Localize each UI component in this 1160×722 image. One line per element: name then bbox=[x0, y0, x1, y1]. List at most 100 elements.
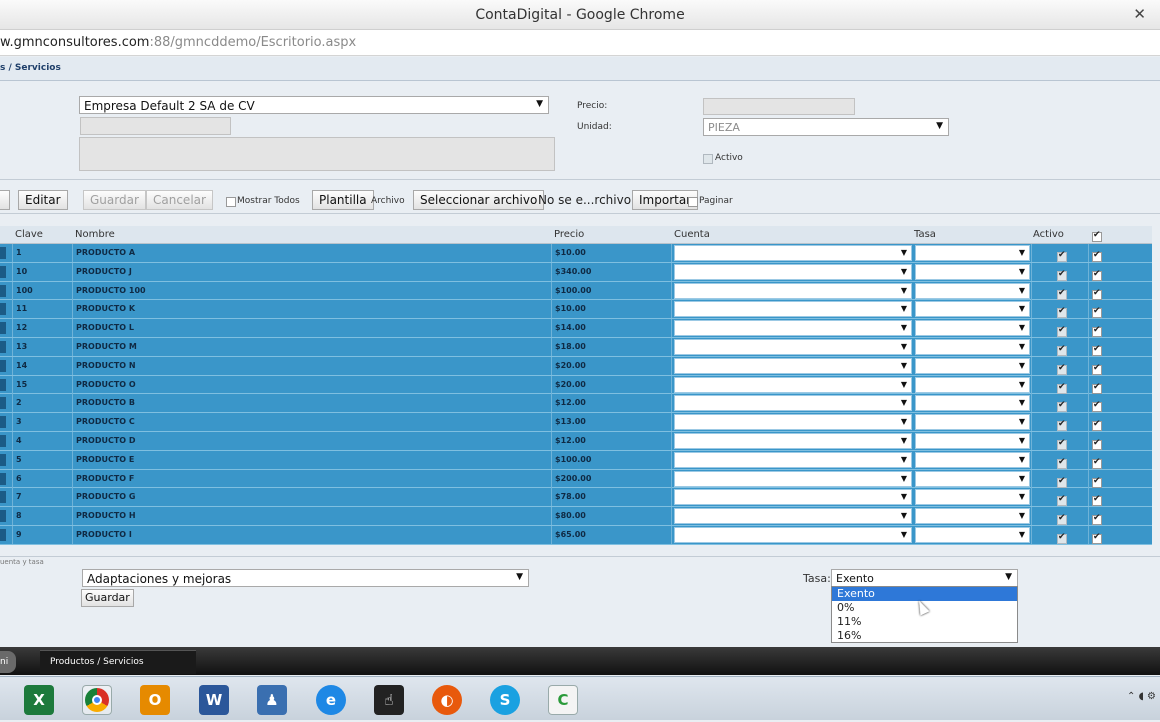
cancelar-button[interactable]: Cancelar bbox=[146, 190, 213, 210]
tasa-select[interactable]: ▼ bbox=[915, 338, 1030, 355]
tasa-option[interactable]: Exento bbox=[832, 587, 1017, 601]
table-row[interactable]: 6 PRODUCTO F $200.00 ▼ ▼ bbox=[0, 469, 1152, 489]
row-select-icon[interactable] bbox=[0, 491, 6, 504]
row-select-icon[interactable] bbox=[0, 453, 6, 466]
user-manager-icon[interactable]: ♟ bbox=[257, 685, 287, 715]
bulk-guardar-button[interactable]: Guardar bbox=[81, 589, 134, 607]
tasa-select[interactable]: ▼ bbox=[915, 451, 1030, 468]
tasa-select[interactable]: ▼ bbox=[915, 282, 1030, 299]
chrome-icon[interactable] bbox=[82, 685, 112, 715]
cuenta-select[interactable]: ▼ bbox=[674, 357, 912, 374]
seleccionar-archivo-button[interactable]: Seleccionar archivo bbox=[413, 190, 545, 210]
row-select-icon[interactable] bbox=[0, 510, 6, 523]
col-tasa[interactable]: Tasa bbox=[914, 229, 936, 240]
tasa-option[interactable]: 16% bbox=[832, 629, 1017, 643]
cuenta-select[interactable]: ▼ bbox=[674, 508, 912, 525]
row-select-icon[interactable] bbox=[0, 528, 6, 541]
table-row[interactable]: 5 PRODUCTO E $100.00 ▼ ▼ bbox=[0, 450, 1152, 470]
tasa-select[interactable]: ▼ bbox=[915, 470, 1030, 487]
cuenta-select[interactable]: ▼ bbox=[674, 376, 912, 393]
address-bar[interactable]: w.gmnconsultores.com:88/gmncddemo/Escrit… bbox=[0, 30, 1160, 56]
row-select-icon[interactable] bbox=[0, 378, 6, 391]
table-row[interactable]: 8 PRODUCTO H $80.00 ▼ ▼ bbox=[0, 507, 1152, 526]
tasa-select[interactable]: ▼ bbox=[915, 432, 1030, 449]
tasa-option[interactable]: 11% bbox=[832, 615, 1017, 629]
tasa-select[interactable]: ▼ bbox=[915, 414, 1030, 431]
cuenta-select[interactable]: ▼ bbox=[674, 489, 912, 506]
tasa-select[interactable]: ▼ bbox=[915, 357, 1030, 374]
row-select-icon[interactable] bbox=[0, 284, 6, 297]
url-text[interactable]: w.gmnconsultores.com:88/gmncddemo/Escrit… bbox=[0, 35, 356, 50]
row-select-icon[interactable] bbox=[0, 416, 6, 429]
tasa-select[interactable]: ▼ bbox=[915, 263, 1030, 280]
row-select-icon[interactable] bbox=[0, 340, 6, 353]
table-row[interactable]: 14 PRODUCTO N $20.00 ▼ ▼ bbox=[0, 356, 1152, 376]
table-row[interactable]: 11 PRODUCTO K $10.00 ▼ ▼ bbox=[0, 300, 1152, 320]
tasa-select[interactable]: ▼ bbox=[915, 526, 1030, 543]
table-row[interactable]: 9 PRODUCTO I $65.00 ▼ ▼ bbox=[0, 525, 1152, 545]
table-row[interactable]: 1 PRODUCTO A $10.00 ▼ ▼ bbox=[0, 244, 1152, 263]
cuenta-select[interactable]: ▼ bbox=[674, 451, 912, 468]
cuenta-select[interactable]: ▼ bbox=[674, 282, 912, 299]
row-select-icon[interactable] bbox=[0, 359, 6, 372]
cuenta-select[interactable]: ▼ bbox=[674, 245, 912, 261]
paginar-checkbox[interactable] bbox=[688, 195, 698, 208]
col-activo[interactable]: Activo bbox=[1033, 229, 1064, 240]
excel-icon[interactable]: X bbox=[24, 685, 54, 715]
tab-productos-servicios[interactable]: Productos / Servicios bbox=[40, 650, 196, 674]
nuevo-button[interactable] bbox=[0, 190, 10, 210]
cuenta-select[interactable]: ▼ bbox=[674, 301, 912, 318]
empresa-select[interactable]: Empresa Default 2 SA de CV ▼ bbox=[79, 96, 549, 114]
tab-previous[interactable]: ni bbox=[0, 651, 16, 673]
row-select-icon[interactable] bbox=[0, 247, 6, 259]
tasa-select[interactable]: ▼ bbox=[915, 376, 1030, 393]
table-row[interactable]: 12 PRODUCTO L $14.00 ▼ ▼ bbox=[0, 319, 1152, 338]
table-row[interactable]: 13 PRODUCTO M $18.00 ▼ ▼ bbox=[0, 337, 1152, 357]
tasa-select[interactable]: ▼ bbox=[915, 245, 1030, 261]
cuenta-select[interactable]: ▼ bbox=[674, 526, 912, 543]
col-nombre[interactable]: Nombre bbox=[75, 229, 115, 240]
cuenta-select[interactable]: ▼ bbox=[674, 263, 912, 280]
capture-tool-icon[interactable]: ☝ bbox=[374, 685, 404, 715]
table-row[interactable]: 3 PRODUCTO C $13.00 ▼ ▼ bbox=[0, 413, 1152, 432]
skype-icon[interactable]: S bbox=[490, 685, 520, 715]
table-row[interactable]: 100 PRODUCTO 100 $100.00 ▼ ▼ bbox=[0, 281, 1152, 301]
row-select-icon[interactable] bbox=[0, 472, 6, 485]
tasa-select[interactable]: ▼ bbox=[915, 508, 1030, 525]
table-row[interactable]: 7 PRODUCTO G $78.00 ▼ ▼ bbox=[0, 488, 1152, 508]
cuenta-select[interactable]: ▼ bbox=[674, 395, 912, 412]
tasa-select[interactable]: ▼ bbox=[915, 301, 1030, 318]
cuenta-select[interactable]: ▼ bbox=[674, 338, 912, 355]
row-select-icon[interactable] bbox=[0, 434, 6, 447]
cuenta-select[interactable]: ▼ bbox=[674, 432, 912, 449]
row-select-icon[interactable] bbox=[0, 397, 6, 410]
tasa-select[interactable]: ▼ bbox=[915, 320, 1030, 337]
tasa-dropdown-list[interactable]: Exento 0% 11% 16% bbox=[831, 586, 1018, 643]
table-row[interactable]: 4 PRODUCTO D $12.00 ▼ ▼ bbox=[0, 431, 1152, 451]
bulk-tasa-select[interactable]: Exento ▼ bbox=[831, 569, 1018, 587]
cuenta-select[interactable]: ▼ bbox=[674, 320, 912, 337]
activo-checkbox[interactable] bbox=[703, 152, 713, 165]
close-window-icon[interactable]: ✕ bbox=[1133, 5, 1146, 23]
row-select-icon[interactable] bbox=[0, 303, 6, 316]
firefox-icon[interactable]: ◐ bbox=[432, 685, 462, 715]
cuenta-select[interactable]: ▼ bbox=[674, 470, 912, 487]
tasa-select[interactable]: ▼ bbox=[915, 395, 1030, 412]
col-precio[interactable]: Precio bbox=[554, 229, 584, 240]
mostrar-todos-checkbox[interactable] bbox=[226, 195, 236, 208]
contadigital-icon[interactable]: C bbox=[548, 685, 578, 715]
table-row[interactable]: 10 PRODUCTO J $340.00 ▼ ▼ bbox=[0, 262, 1152, 282]
unidad-select[interactable]: PIEZA ▼ bbox=[703, 118, 949, 136]
guardar-button[interactable]: Guardar bbox=[83, 190, 146, 210]
system-tray[interactable]: ⌃ ◖ ⚙ bbox=[1127, 691, 1156, 702]
cuenta-select[interactable]: ▼ bbox=[674, 414, 912, 431]
table-row[interactable]: 15 PRODUCTO O $20.00 ▼ ▼ bbox=[0, 375, 1152, 395]
col-cuenta[interactable]: Cuenta bbox=[674, 229, 710, 240]
word-icon[interactable]: W bbox=[199, 685, 229, 715]
bulk-cuenta-select[interactable]: Adaptaciones y mejoras ▼ bbox=[82, 569, 529, 587]
table-row[interactable]: 2 PRODUCTO B $12.00 ▼ ▼ bbox=[0, 394, 1152, 414]
row-select-icon[interactable] bbox=[0, 322, 6, 335]
outlook-icon[interactable]: O bbox=[140, 685, 170, 715]
plantilla-button[interactable]: Plantilla bbox=[312, 190, 374, 210]
internet-explorer-icon[interactable]: e bbox=[316, 685, 346, 715]
